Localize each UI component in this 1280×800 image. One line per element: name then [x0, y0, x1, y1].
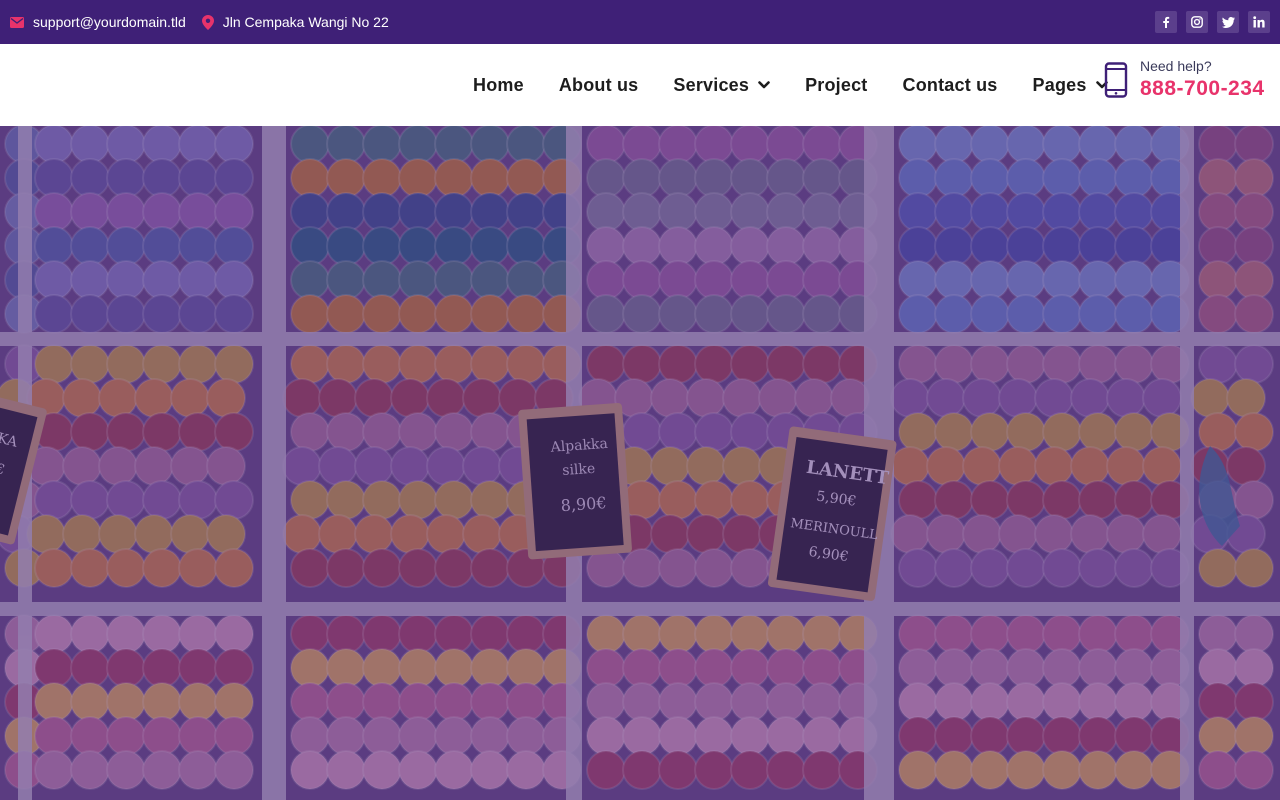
- twitter-icon[interactable]: [1217, 11, 1239, 33]
- help-phone[interactable]: 888-700-234: [1140, 77, 1265, 101]
- email-link[interactable]: support@yourdomain.tld: [10, 14, 186, 30]
- hero-banner: Alpakka silke 8,90€ LANETT 5,90€ MERINOU…: [0, 126, 1280, 800]
- site-header: Home About us Services Project Contact u…: [0, 44, 1280, 126]
- mobile-phone-icon: [1104, 61, 1128, 98]
- top-bar: support@yourdomain.tld Jln Cempaka Wangi…: [0, 0, 1280, 44]
- help-text: Need help? 888-700-234: [1140, 58, 1265, 101]
- social-links: [1155, 11, 1270, 33]
- email-text: support@yourdomain.tld: [33, 14, 186, 30]
- nav-about[interactable]: About us: [559, 75, 639, 96]
- main-nav: Home About us Services Project Contact u…: [473, 44, 1143, 126]
- envelope-icon: [10, 16, 24, 28]
- nav-pages-label: Pages: [1032, 74, 1087, 95]
- nav-contact-label: Contact us: [902, 74, 998, 95]
- contact-info: support@yourdomain.tld Jln Cempaka Wangi…: [10, 14, 405, 30]
- map-pin-icon: [201, 14, 214, 30]
- help-label: Need help?: [1140, 58, 1212, 74]
- nav-services-label: Services: [673, 74, 750, 95]
- address-text: Jln Cempaka Wangi No 22: [222, 14, 389, 30]
- nav-contact[interactable]: Contact us: [903, 75, 998, 96]
- nav-home[interactable]: Home: [473, 75, 524, 96]
- nav-pages[interactable]: Pages: [1033, 75, 1108, 96]
- nav-project[interactable]: Project: [805, 75, 867, 96]
- nav-services[interactable]: Services: [673, 75, 770, 96]
- nav-home-label: Home: [473, 74, 524, 95]
- nav-about-label: About us: [558, 74, 639, 95]
- chevron-down-icon: [758, 81, 770, 89]
- hero-overlay: [0, 126, 1280, 800]
- instagram-icon[interactable]: [1186, 11, 1208, 33]
- help-contact[interactable]: Need help? 888-700-234: [1104, 58, 1265, 101]
- facebook-icon[interactable]: [1155, 11, 1177, 33]
- linkedin-icon[interactable]: [1248, 11, 1270, 33]
- nav-project-label: Project: [805, 74, 868, 95]
- address-link[interactable]: Jln Cempaka Wangi No 22: [201, 14, 389, 30]
